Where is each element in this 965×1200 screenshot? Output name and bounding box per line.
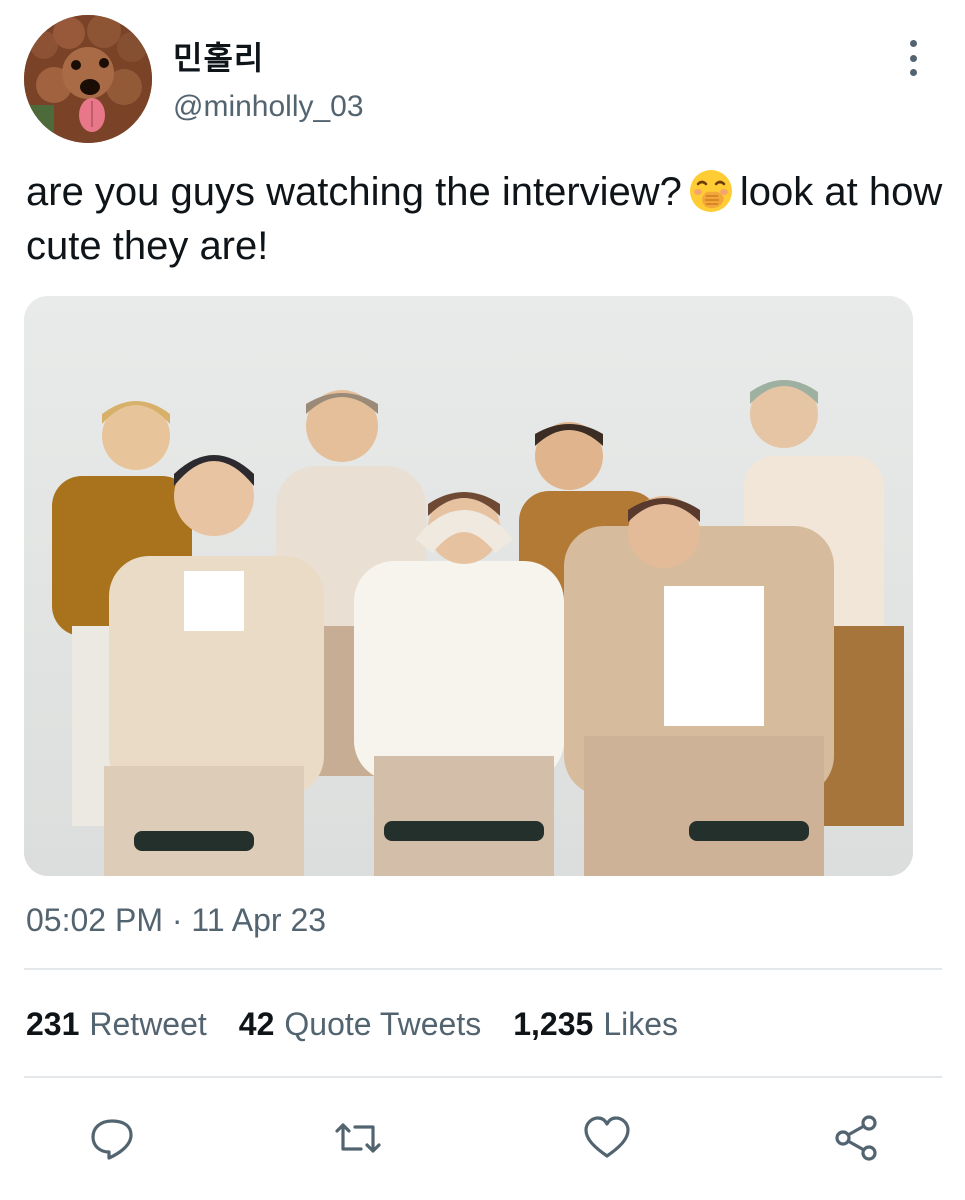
engagement-stats: 231 Retweet 42 Quote Tweets 1,235 Likes — [26, 1006, 678, 1043]
reply-icon — [91, 1119, 133, 1160]
tweet-media-photo[interactable] — [24, 296, 913, 876]
group-photo-icon — [24, 296, 913, 876]
tweet-text: are you guys watching the interview? loo… — [26, 165, 961, 273]
like-icon — [584, 1116, 630, 1158]
retweets-label: Retweet — [89, 1006, 207, 1042]
more-dot — [909, 54, 917, 62]
user-handle[interactable]: @minholly_03 — [173, 90, 364, 124]
likes-count: 1,235 — [513, 1006, 594, 1042]
divider — [24, 968, 942, 970]
hand-over-mouth-emoji-icon — [688, 168, 734, 214]
likes-stat[interactable]: 1,235 Likes — [513, 1006, 678, 1043]
more-dot — [909, 40, 917, 47]
quote-tweets-count: 42 — [238, 1006, 275, 1042]
reply-button[interactable] — [84, 1110, 140, 1166]
quote-tweets-stat[interactable]: 42 Quote Tweets — [239, 1006, 481, 1043]
divider — [24, 1076, 942, 1078]
retweets-count: 231 — [26, 1006, 80, 1042]
retweet-icon — [335, 1123, 381, 1153]
share-icon — [835, 1115, 877, 1161]
dog-avatar-icon — [24, 15, 152, 143]
more-dot — [909, 69, 917, 76]
display-name[interactable]: 민홀리 — [173, 33, 264, 79]
quote-tweets-label: Quote Tweets — [284, 1006, 482, 1042]
tweet-text-part-1: are you guys watching the interview? — [26, 170, 682, 214]
more-options-button[interactable] — [897, 38, 929, 78]
likes-label: Likes — [603, 1006, 679, 1042]
avatar[interactable] — [24, 15, 152, 143]
tweet-timestamp[interactable]: 05:02 PM · 11 Apr 23 — [26, 902, 326, 939]
retweets-stat[interactable]: 231 Retweet — [26, 1006, 207, 1043]
like-button[interactable] — [579, 1110, 635, 1166]
retweet-button[interactable] — [330, 1110, 386, 1166]
share-button[interactable] — [828, 1110, 884, 1166]
